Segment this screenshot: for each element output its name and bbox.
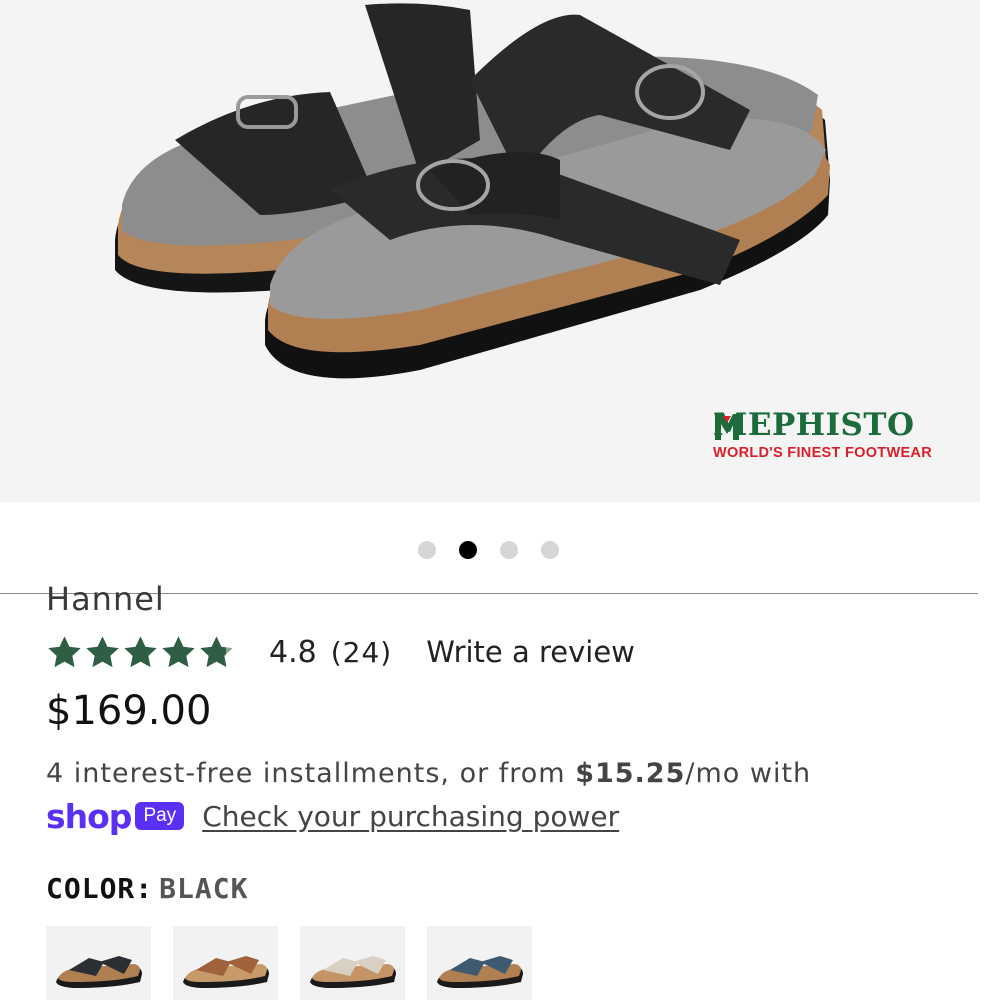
shop-pay-logo: shop	[46, 796, 132, 836]
shop-pay-row: shop Pay Check your purchasing power	[46, 796, 619, 836]
rating-row: 4.8 (24) Write a review	[46, 632, 635, 672]
sandal-thumbnail-icon	[437, 956, 523, 988]
star-rating[interactable]	[46, 634, 235, 671]
installment-amount: $15.25	[575, 758, 686, 789]
color-swatch-cream[interactable]	[300, 926, 405, 1000]
brand-m-icon	[715, 414, 739, 440]
star-icon	[86, 635, 119, 667]
carousel-dot[interactable]	[500, 541, 518, 559]
shop-pay-badge: Pay	[135, 802, 185, 830]
carousel-dot[interactable]	[418, 541, 436, 559]
carousel-dot[interactable]	[541, 541, 559, 559]
star-icon	[162, 635, 195, 667]
installments-text: 4 interest-free installments, or from $1…	[46, 758, 811, 789]
installments-suffix: /mo with	[685, 758, 812, 789]
color-swatches	[46, 926, 532, 1000]
color-swatch-black[interactable]	[46, 926, 151, 1000]
brand-logo: MEPHISTO WORLD'S FINEST FOOTWEAR	[713, 407, 932, 462]
color-selected-value: BLACK	[159, 872, 249, 905]
color-swatch-tan[interactable]	[173, 926, 278, 1000]
color-label: COLOR:	[46, 872, 154, 905]
sandal-thumbnail-icon	[310, 956, 396, 988]
review-count[interactable]: (24)	[331, 636, 392, 669]
color-swatch-blue[interactable]	[427, 926, 532, 1000]
rating-value: 4.8	[269, 634, 317, 670]
sandal-thumbnail-icon	[56, 956, 142, 988]
write-review-link[interactable]: Write a review	[426, 635, 635, 669]
product-price: $169.00	[46, 688, 212, 734]
color-selector-label: COLOR: BLACK	[46, 872, 248, 905]
product-title: Hannel	[46, 580, 165, 618]
carousel-dot-active[interactable]	[459, 541, 477, 559]
star-icon	[48, 635, 81, 667]
brand-name: MEPHISTO	[713, 407, 915, 443]
star-icon	[124, 635, 157, 667]
brand-tagline: WORLD'S FINEST FOOTWEAR	[713, 445, 932, 461]
sandal-thumbnail-icon	[183, 956, 269, 988]
product-image[interactable]: MEPHISTO WORLD'S FINEST FOOTWEAR	[0, 0, 980, 502]
star-partial-icon	[200, 635, 233, 667]
carousel-dots	[418, 541, 559, 559]
purchasing-power-link[interactable]: Check your purchasing power	[202, 800, 619, 833]
installments-prefix: 4 interest-free installments, or from	[46, 758, 576, 789]
